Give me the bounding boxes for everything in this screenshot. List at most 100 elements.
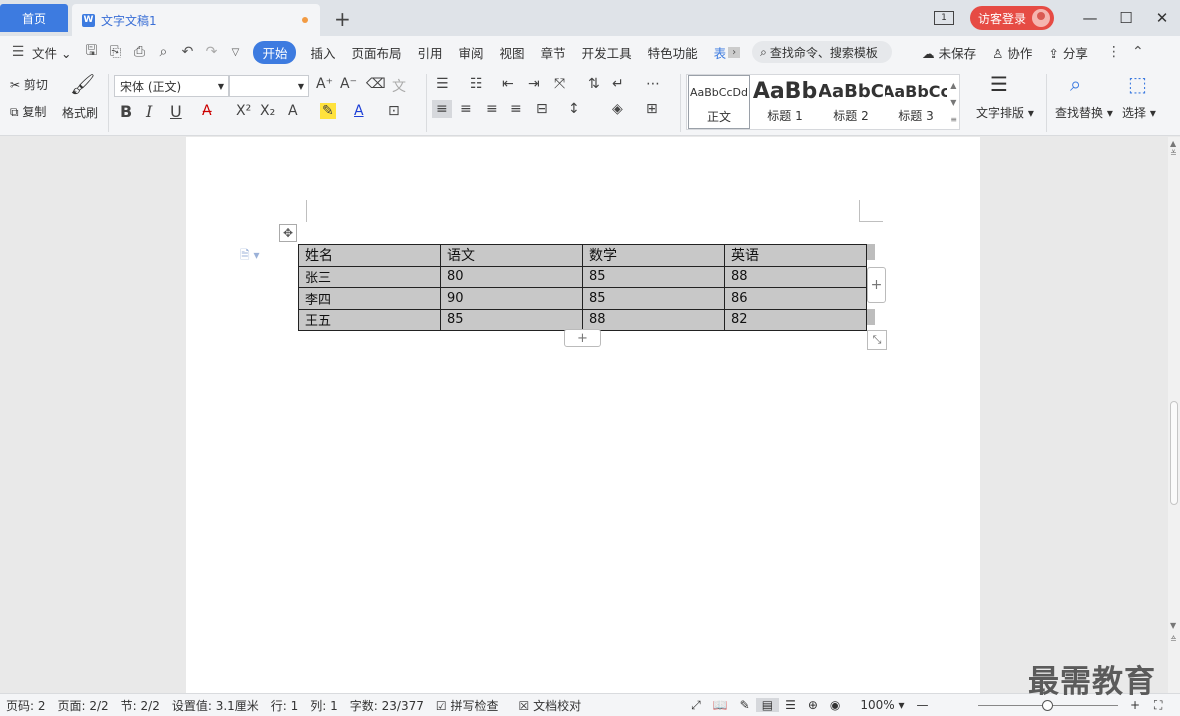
font-color-icon[interactable]: A [354,103,364,119]
collapse-ribbon-icon[interactable]: ⌃ [1126,44,1150,60]
justify-icon[interactable]: ≡ [510,101,522,117]
grow-font-icon[interactable]: A⁺ [316,76,333,92]
text-layout-button[interactable]: 文字排版 ▾ [976,104,1034,121]
align-left-icon[interactable]: ≡ [432,100,452,118]
scroll-next-page-icon[interactable]: ≙ [1170,635,1177,644]
scroll-prev-page-icon[interactable]: ≚ [1170,149,1177,158]
command-search-box[interactable]: ⌕ 查找命令、搜索模板 [752,41,893,63]
font-size-select[interactable]: ▼ [229,75,309,97]
numbered-list-icon[interactable]: ☷ [470,76,483,92]
unsaved-status[interactable]: ☁ 未保存 [914,43,984,62]
tab-view[interactable]: 视图 [492,43,533,62]
undo-icon[interactable]: ↶ [175,44,199,60]
spell-check-button[interactable]: ☑ 拼写检查 [430,697,505,714]
line-spacing-icon[interactable]: ↕ [568,101,580,117]
highlight-icon[interactable]: ✎ [320,103,336,119]
table-cell[interactable]: 英语 [724,244,867,267]
collaborate-button[interactable]: ♙ 协作 [984,43,1040,62]
style-normal[interactable]: AaBbCcDd 正文 [688,75,750,129]
format-painter-button[interactable]: 格式刷 [62,104,98,121]
strikethrough-icon[interactable]: A̶ [202,103,212,119]
outline-view-icon[interactable]: ☰ [779,698,802,712]
increase-indent-icon[interactable]: ⇥ [528,76,540,92]
shrink-font-icon[interactable]: A⁻ [340,76,357,92]
fullscreen-icon[interactable]: ⤢ [685,698,707,713]
font-name-select[interactable]: 宋体 (正文) ▼ [114,75,229,97]
find-icon[interactable]: ⌕ [1070,72,1081,96]
minimize-button[interactable]: — [1072,9,1108,27]
close-button[interactable]: ✕ [1144,9,1180,27]
page-count-icon[interactable]: 1 [933,11,954,25]
clear-format-icon[interactable]: ⌫ [366,76,386,92]
word-count-status[interactable]: 字数: 23/377 [344,697,430,714]
zoom-level[interactable]: 100% ▾ [854,698,910,712]
maximize-button[interactable]: ☐ [1108,9,1144,27]
align-center-icon[interactable]: ≡ [460,101,472,117]
eye-protection-icon[interactable]: ◉ [824,698,846,712]
document-proofread-button[interactable]: ☒ 文档校对 [512,697,587,714]
table-cell[interactable]: 语文 [440,244,583,267]
tab-features[interactable]: 特色功能 [640,43,706,62]
phonetic-guide-icon[interactable]: 文 [392,76,406,96]
superscript-icon[interactable]: X² [236,103,251,119]
scroll-down-icon[interactable]: ▼ [1170,621,1176,630]
table-cell[interactable]: 李四 [298,287,441,310]
section-status[interactable]: 节: 2/2 [115,697,166,714]
tab-chapter[interactable]: 章节 [533,43,574,62]
grades-table[interactable]: 姓名 语文 数学 英语 张三 80 85 88 李四 90 85 86 王五 8… [298,244,867,331]
bold-button[interactable]: B [120,102,132,121]
print-preview-icon[interactable]: ⌕ [151,44,175,60]
quick-access-dropdown-icon[interactable]: ▽ [223,47,247,58]
table-cell[interactable]: 85 [582,265,725,288]
table-cell[interactable]: 88 [582,308,725,331]
zoom-out-button[interactable]: — [911,698,935,712]
file-menu[interactable]: 文件 ⌄ [30,43,79,62]
table-cell[interactable]: 88 [724,265,867,288]
add-row-button[interactable]: + [564,329,601,347]
table-cell[interactable]: 张三 [298,265,441,288]
text-effect-icon[interactable]: A [288,103,298,119]
find-replace-button[interactable]: 查找替换 ▾ [1055,104,1113,121]
select-button[interactable]: 选择 ▾ [1122,104,1156,121]
copy-button[interactable]: ⧉ 复制 [10,103,46,120]
format-painter-icon[interactable]: 🖌 [70,72,95,96]
borders-icon[interactable]: ⊞ [646,101,658,117]
zoom-slider-knob[interactable] [1042,700,1053,711]
cut-button[interactable]: ✂ 剪切 [10,76,48,93]
document-area[interactable]: ✥ 🗎 ▾ 姓名 语文 数学 英语 张三 80 85 88 李四 90 85 8… [0,137,1168,693]
table-cell[interactable]: 80 [440,265,583,288]
write-mode-icon[interactable]: ✎ [734,698,756,712]
style-heading-3[interactable]: AaBbCc 标题 3 [885,75,947,129]
scroll-up-icon[interactable]: ▲ [1170,139,1176,148]
guest-login-button[interactable]: 访客登录 [969,6,1054,30]
paragraph-layout-icon[interactable]: 🗎 ▾ [240,246,260,267]
redo-icon[interactable]: ↷ [199,44,223,60]
document-tab[interactable]: W 文字文稿1 [72,4,320,36]
home-tab[interactable]: 首页 [0,4,68,32]
tab-references[interactable]: 引用 [410,43,451,62]
tab-insert[interactable]: 插入 [302,43,343,62]
underline-button[interactable]: U [170,102,182,121]
table-cell[interactable]: 姓名 [298,244,441,267]
table-resize-handle-icon[interactable]: ⤡ [867,330,887,350]
more-options-icon[interactable]: ⋮ [1102,44,1126,60]
text-layout-icon[interactable]: ☰ [990,72,1008,96]
table-cell[interactable]: 82 [724,308,867,331]
align-right-icon[interactable]: ≡ [486,101,498,117]
tabs-scroll-right-icon[interactable]: › [728,46,741,58]
page-view-icon[interactable]: ▤ [755,698,780,712]
table-cell[interactable]: 数学 [582,244,725,267]
tab-stops-icon[interactable]: ⋯ [646,76,660,92]
sort-icon[interactable]: ⇅ [588,76,600,92]
distribute-icon[interactable]: ⊟ [536,101,548,117]
style-heading-1[interactable]: AaBb 标题 1 [753,75,817,129]
tab-review[interactable]: 审阅 [451,43,492,62]
table-cell[interactable]: 85 [440,308,583,331]
document-page[interactable]: ✥ 🗎 ▾ 姓名 语文 数学 英语 张三 80 85 88 李四 90 85 8… [186,137,980,693]
table-move-handle-icon[interactable]: ✥ [279,224,297,242]
column-status[interactable]: 列: 1 [304,697,344,714]
table-cell[interactable]: 90 [440,287,583,310]
add-column-button[interactable]: + [867,267,886,303]
vertical-scrollbar[interactable]: ▲ ≚ ▼ ≙ [1168,137,1180,693]
italic-button[interactable]: I [146,102,152,121]
